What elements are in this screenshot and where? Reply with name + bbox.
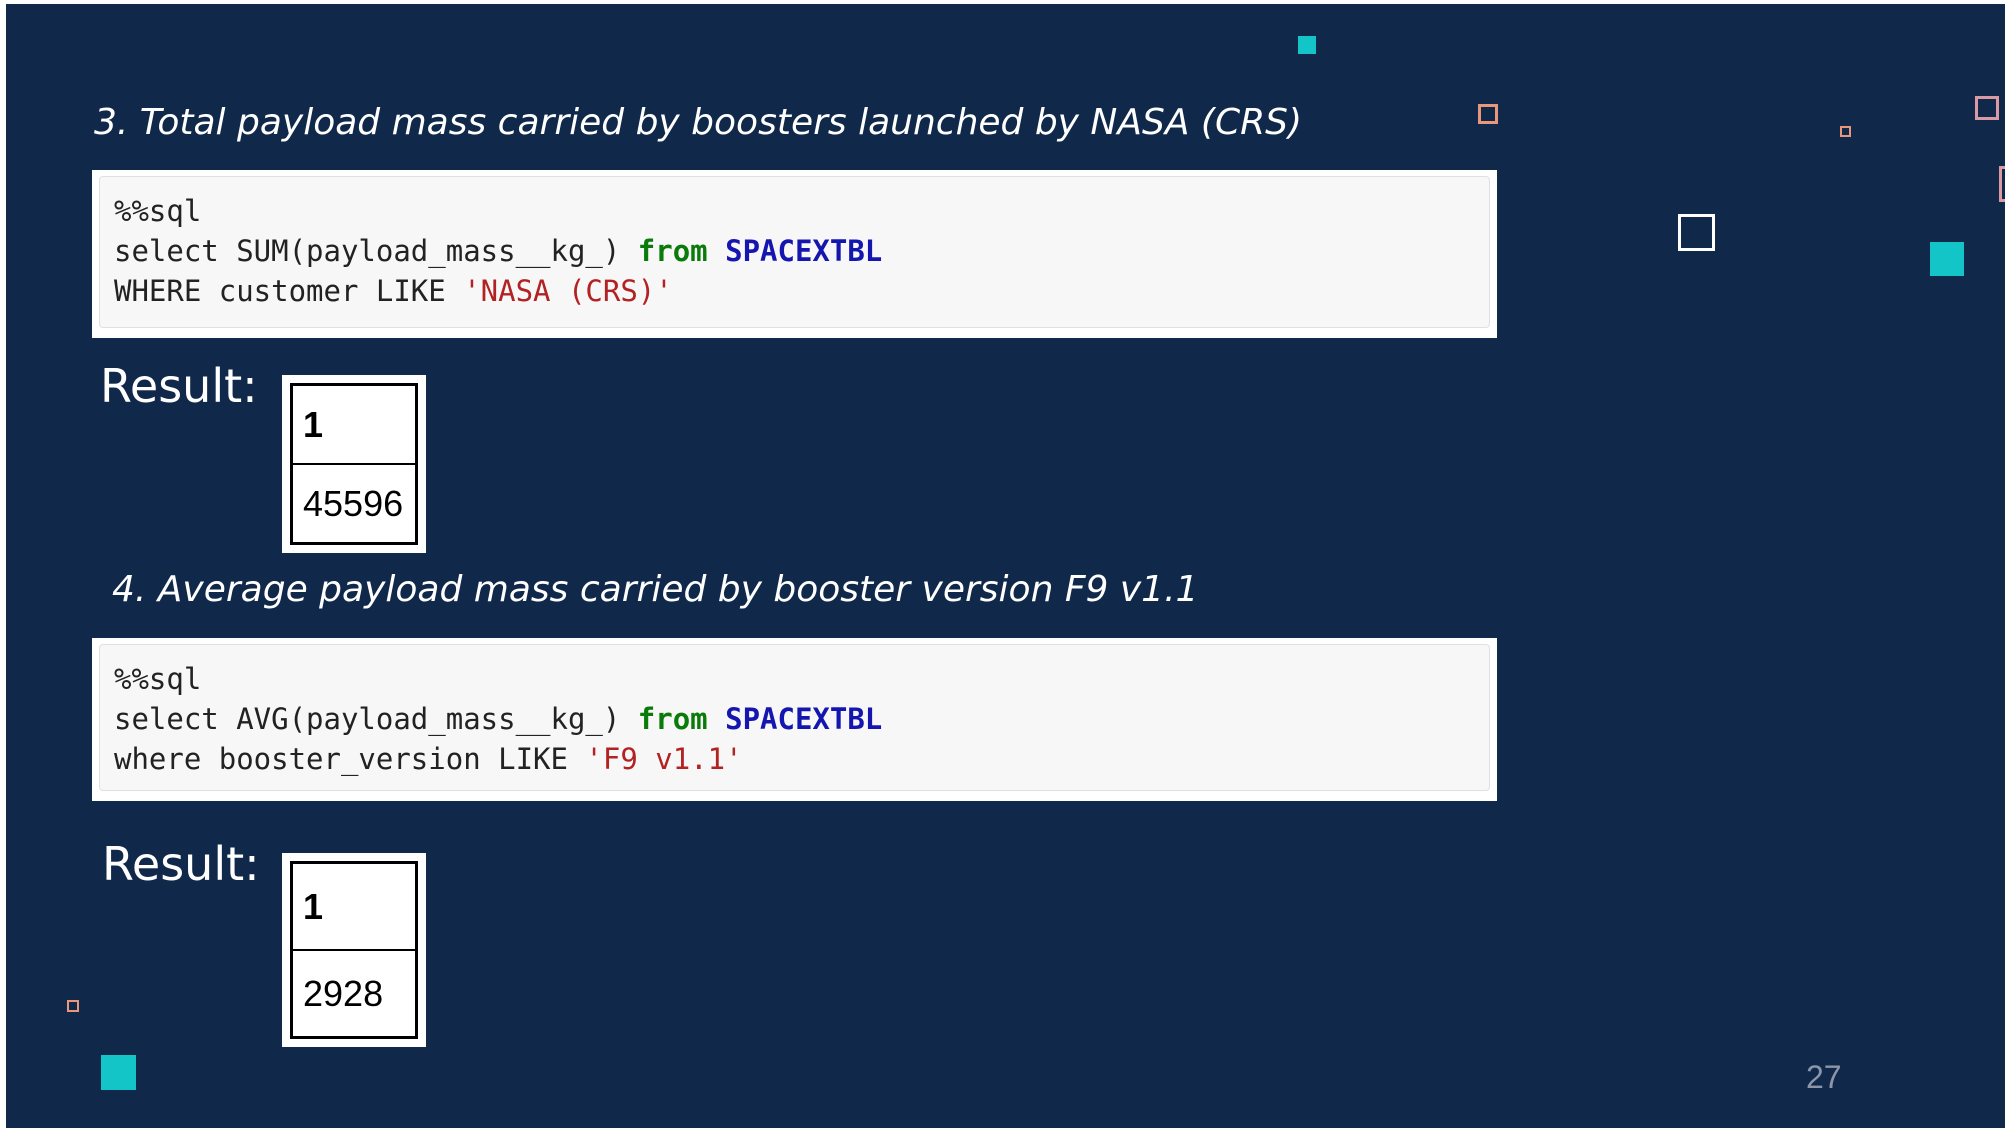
result-value: 2928 [290,949,418,1039]
table-row: 45596 [290,463,418,545]
section-4-result-table: 1 2928 [282,853,426,1047]
sql-keyword-from: from [637,234,708,268]
code-line: where booster_version LIKE 'F9 v1.1' [114,742,743,776]
section-4-result-label: Result: [102,837,260,891]
section-4-code-cell[interactable]: %%sql select AVG(payload_mass__kg_) from… [99,644,1490,791]
section-3-result-label: Result: [100,359,258,413]
decorative-square [101,1055,136,1090]
result-column-header: 1 [290,383,418,465]
code-line: %%sql [114,662,202,696]
decorative-square-outline [1999,166,2005,202]
sql-string-literal: 'F9 v1.1' [585,742,743,776]
result-value: 45596 [290,463,418,545]
section-3-heading: 3. Total payload mass carried by booster… [94,102,1303,143]
section-4-heading: 4. Average payload mass carried by boost… [112,569,1199,610]
decorative-square-outline [1478,104,1498,124]
decorative-square-outline [67,1000,79,1012]
result-grid: 1 2928 [290,861,418,1039]
decorative-square [1930,242,1964,276]
result-grid: 1 45596 [290,383,418,545]
sql-table-name: SPACEXTBL [725,234,883,268]
table-row: 2928 [290,949,418,1039]
sql-keyword-from: from [637,702,708,736]
code-text: select AVG(payload_mass__kg_) [114,702,638,736]
result-column-header: 1 [290,861,418,951]
sql-string-literal: 'NASA (CRS)' [463,274,673,308]
section-3-code-block: %%sql select SUM(payload_mass__kg_) from… [92,170,1497,338]
code-text: WHERE customer LIKE [114,274,464,308]
decorative-square [1298,36,1316,54]
section-4-code-block: %%sql select AVG(payload_mass__kg_) from… [92,638,1497,801]
decorative-square-outline [1678,214,1715,251]
code-text: where booster_version LIKE [114,742,586,776]
code-line: %%sql [114,194,202,228]
slide: 3. Total payload mass carried by booster… [6,4,2005,1128]
decorative-square-outline [1975,96,1999,120]
page-number: 27 [1806,1059,1842,1095]
code-line: WHERE customer LIKE 'NASA (CRS)' [114,274,673,308]
table-header-row: 1 [290,861,418,951]
code-line: select AVG(payload_mass__kg_) from SPACE… [114,702,882,736]
sql-table-name: SPACEXTBL [725,702,883,736]
code-text: select SUM(payload_mass__kg_) [114,234,638,268]
table-header-row: 1 [290,383,418,465]
section-3-result-table: 1 45596 [282,375,426,553]
decorative-square-outline [1840,126,1851,137]
section-3-code-cell[interactable]: %%sql select SUM(payload_mass__kg_) from… [99,176,1490,328]
code-line: select SUM(payload_mass__kg_) from SPACE… [114,234,882,268]
